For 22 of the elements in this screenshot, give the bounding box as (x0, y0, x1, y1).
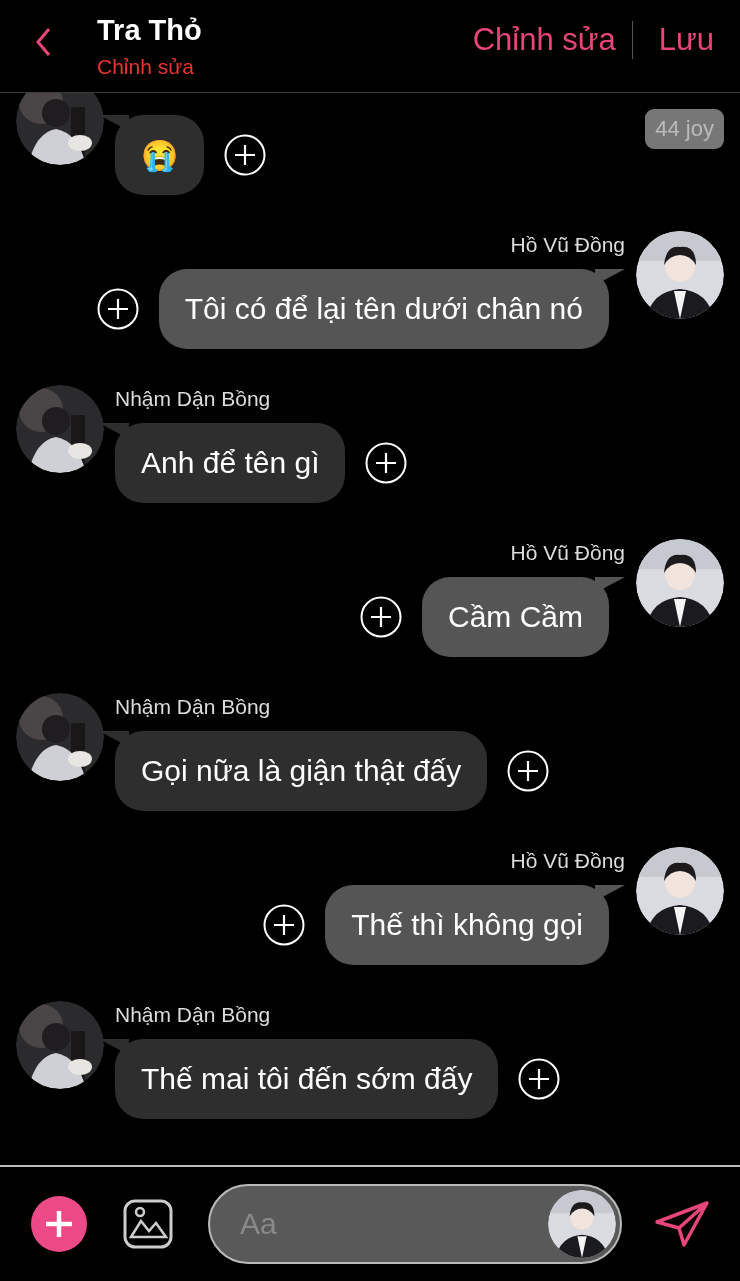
sender-name: Hồ Vũ Đồng (510, 541, 625, 565)
chat-subtitle: Chỉnh sửa (97, 54, 195, 79)
add-reaction-icon[interactable] (96, 288, 139, 330)
header-action[interactable]: Lưu (658, 22, 714, 58)
image-icon[interactable] (123, 1199, 173, 1249)
add-reaction-icon[interactable] (224, 134, 266, 176)
send-icon[interactable] (654, 1200, 710, 1248)
sender-name: Nhậm Dận Bồng (115, 695, 272, 719)
chat-title: Tra Thỏ (97, 13, 202, 47)
add-reaction-icon[interactable] (518, 1058, 561, 1100)
add-reaction-icon[interactable] (507, 750, 550, 792)
add-reaction-icon[interactable] (365, 442, 408, 484)
score-badge: 44 joy (645, 109, 724, 149)
sender-name: Nhậm Dận Bồng (115, 1003, 272, 1027)
add-button[interactable] (31, 1196, 87, 1252)
back-icon[interactable] (35, 27, 51, 57)
add-reaction-icon[interactable] (263, 904, 306, 946)
add-reaction-icon[interactable] (360, 596, 402, 638)
sender-name: Hồ Vũ Đồng (510, 233, 625, 257)
sender-name: Nhậm Dận Bồng (115, 387, 272, 411)
sender-name: Hồ Vũ Đồng (510, 849, 625, 873)
header-action[interactable]: Chỉnh sửa (472, 22, 616, 58)
